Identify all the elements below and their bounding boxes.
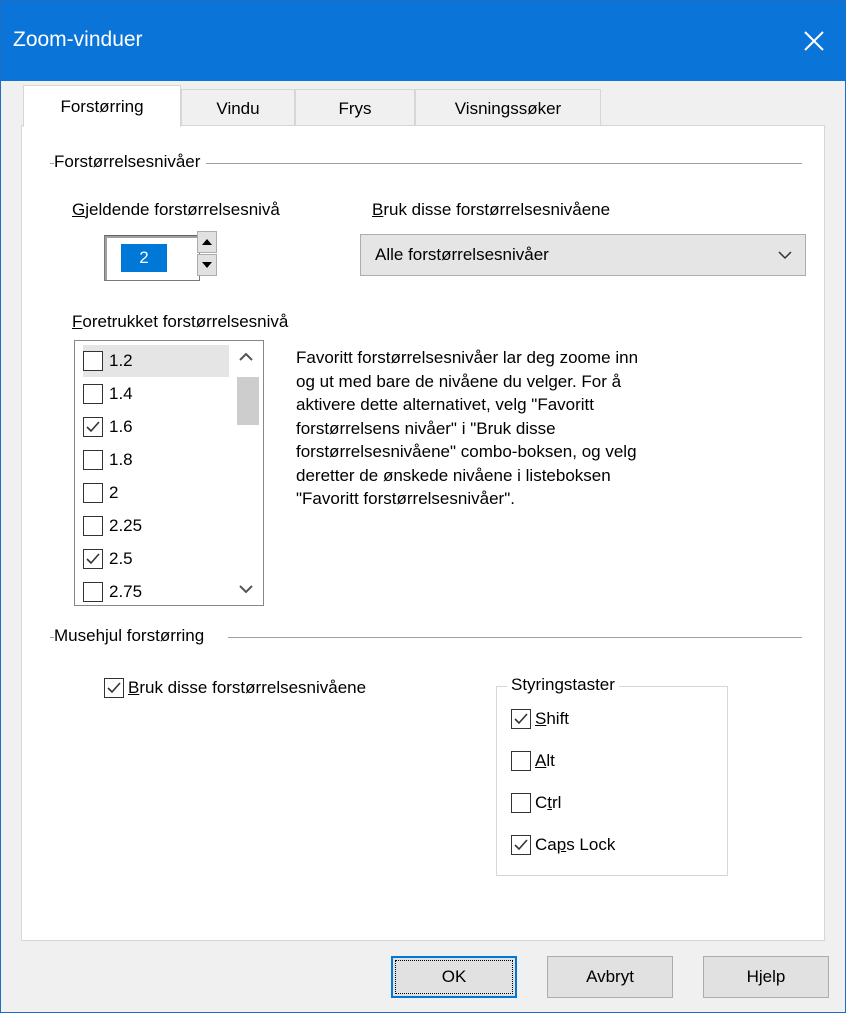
current-level-label: Gjeldende forstørrelsesnivå (72, 200, 280, 219)
spin-up-button[interactable] (197, 231, 217, 253)
wheel-group-title: Musehjul forstørring (54, 626, 229, 646)
alt-checkbox[interactable]: Alt (511, 751, 555, 771)
listbox-scrollbar[interactable] (229, 341, 263, 605)
chevron-down-icon (778, 251, 792, 260)
list-item-label: 1.6 (109, 417, 133, 436)
description-line: forstørrelsens nivåer" i "Bruk disse (296, 418, 556, 438)
chevron-up-icon (239, 352, 253, 361)
checkmark-icon (107, 682, 121, 694)
list-item[interactable]: 2.75 (83, 576, 229, 605)
description-line: deretter de ønskede nivåene i listebokse… (296, 465, 611, 485)
checkbox[interactable] (511, 709, 531, 729)
favorites-description: Favoritt forstørrelsesnivåer lar deg zoo… (296, 346, 746, 511)
list-item[interactable]: 2.5 (83, 543, 229, 575)
chevron-down-icon (239, 585, 253, 594)
modifier-keys-group: Styringstaster Shift Alt Ctrl Caps Lock (496, 675, 728, 876)
checkbox[interactable] (83, 351, 103, 371)
shift-checkbox[interactable]: Shift (511, 709, 569, 729)
description-line: "Favoritt forstørrelsesnivåer". (296, 489, 515, 508)
tab-label: Frys (338, 98, 372, 118)
preferred-levels-label: Foretrukket forstørrelsesnivå (72, 312, 289, 331)
description-line: Favoritt forstørrelsesnivåer lar deg zoo… (296, 348, 639, 367)
tab-label: Vindu (216, 98, 260, 118)
current-level-value[interactable]: 2 (121, 244, 167, 272)
checkbox[interactable] (83, 549, 103, 569)
checkbox-label: Shift (535, 709, 570, 728)
checkbox[interactable] (83, 384, 103, 404)
preferred-levels-listbox[interactable]: 1.2 1.4 1.6 1.8 2 2.25 2.5 2.75 (74, 340, 264, 606)
tab-label: Forstørring (60, 96, 144, 116)
checkbox[interactable] (83, 516, 103, 536)
ok-button[interactable]: OK (391, 956, 517, 998)
close-icon (804, 31, 824, 51)
scroll-down-button[interactable] (229, 573, 263, 605)
description-line: forstørrelsesnivåene" combo-boksen, og v… (296, 442, 637, 461)
button-label: Hjelp (746, 967, 786, 986)
list-item-label: 1.2 (109, 351, 133, 370)
cancel-button[interactable]: Avbryt (547, 956, 673, 998)
checkmark-icon (514, 839, 528, 851)
arrow-up-icon (202, 239, 212, 245)
checkbox-label: Alt (535, 751, 555, 770)
checkbox[interactable] (83, 582, 103, 602)
checkmark-icon (514, 713, 528, 725)
checkbox[interactable] (83, 450, 103, 470)
button-label: OK (441, 967, 467, 986)
list-item-label: 2.25 (109, 516, 143, 535)
list-item-label: 1.4 (109, 384, 133, 403)
list-item[interactable]: 1.8 (83, 444, 229, 476)
ctrl-checkbox[interactable]: Ctrl (511, 793, 561, 813)
list-item[interactable]: 2 (83, 477, 229, 509)
list-item[interactable]: 2.25 (83, 510, 229, 542)
checkbox[interactable] (511, 835, 531, 855)
tab-panel: Forstørrelsesnivåer Gjeldende forstørrel… (21, 125, 825, 941)
caps-lock-checkbox[interactable]: Caps Lock (511, 835, 615, 855)
use-levels-label: Bruk disse forstørrelsesnivåene (372, 200, 611, 219)
checkbox[interactable] (511, 793, 531, 813)
list-item-label: 2 (109, 483, 119, 502)
checkbox[interactable] (511, 751, 531, 771)
tab-vindu[interactable]: Vindu (181, 89, 295, 127)
list-item-label: 1.8 (109, 450, 133, 469)
checkbox-label: Caps Lock (535, 835, 616, 854)
checkbox[interactable] (83, 417, 103, 437)
tab-label: Visningssøker (454, 98, 562, 118)
combobox-value: Alle forstørrelsesnivåer (375, 245, 549, 264)
checkbox[interactable] (83, 483, 103, 503)
list-item[interactable]: 1.6 (83, 411, 229, 443)
checkmark-icon (86, 553, 100, 565)
checkbox-label: Bruk disse forstørrelsesnivåene (128, 678, 367, 697)
list-item-label: 2.75 (109, 582, 143, 601)
scroll-up-button[interactable] (229, 341, 263, 373)
tab-frys[interactable]: Frys (295, 89, 415, 127)
dialog-window: Zoom-vinduer Forstørring Vindu Frys Visn… (0, 0, 846, 1013)
button-label: Avbryt (586, 967, 634, 986)
scrollbar-thumb[interactable] (237, 377, 259, 425)
window-title: Zoom-vinduer (13, 28, 143, 51)
description-line: aktivere dette alternativet, velg "Favor… (296, 395, 595, 414)
checkbox[interactable] (104, 678, 124, 698)
description-line: og ut med bare de nivåene du velger. For… (296, 371, 622, 391)
checkmark-icon (86, 421, 100, 433)
title-bar[interactable]: Zoom-vinduer (1, 1, 845, 81)
list-item[interactable]: 1.4 (83, 378, 229, 410)
checkbox-label: Ctrl (535, 793, 562, 812)
use-levels-combobox[interactable]: Alle forstørrelsesnivåer (360, 234, 806, 276)
spin-down-button[interactable] (197, 254, 217, 276)
levels-group-title: Forstørrelsesnivåer (54, 152, 207, 172)
list-item-label: 2.5 (109, 549, 133, 568)
tab-visningssoker[interactable]: Visningssøker (415, 89, 601, 127)
tab-forstorring[interactable]: Forstørring (23, 85, 181, 127)
arrow-down-icon (202, 262, 212, 268)
close-button[interactable] (783, 1, 845, 81)
current-level-spinner[interactable]: 2 (104, 235, 200, 281)
list-item[interactable]: 1.2 (83, 345, 229, 377)
wheel-use-levels-checkbox[interactable]: Bruk disse forstørrelsesnivåene (104, 678, 366, 698)
help-button[interactable]: Hjelp (703, 956, 829, 998)
modifier-keys-title: Styringstaster (507, 675, 619, 695)
